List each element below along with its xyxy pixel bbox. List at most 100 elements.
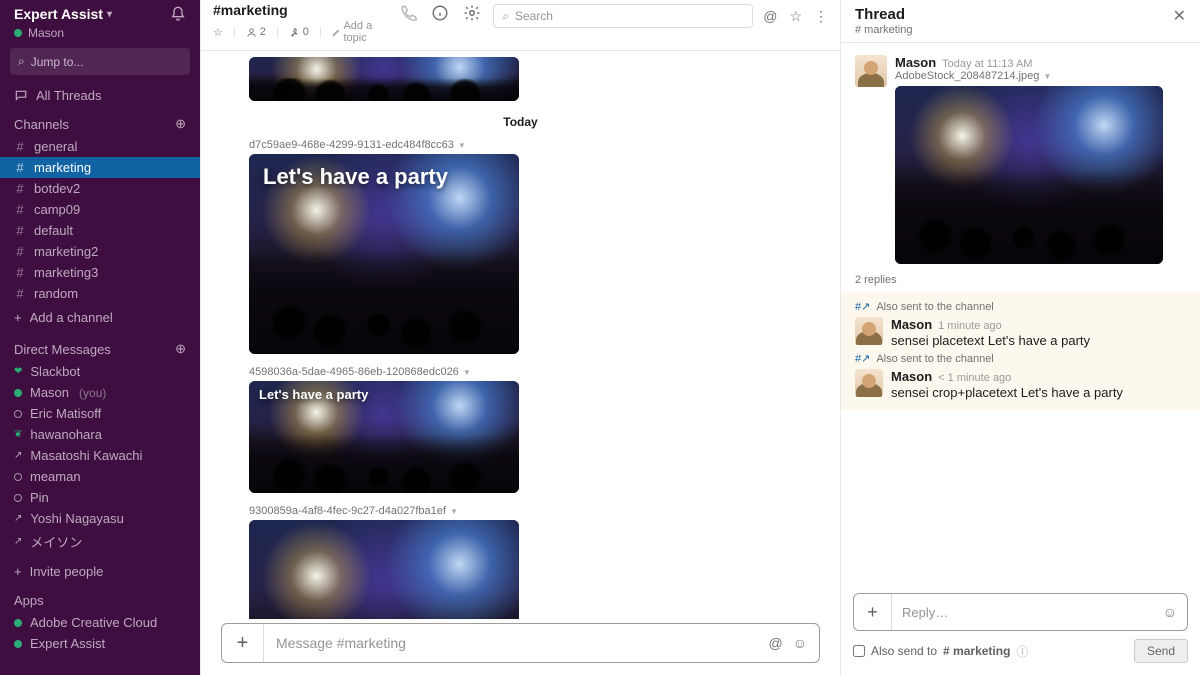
reply-input[interactable]: Reply… [892, 605, 1163, 620]
sidebar-item-channel[interactable]: #marketing2 [0, 241, 200, 262]
hash-icon: #↗ [855, 300, 870, 313]
image-preview[interactable]: Let's have a party [249, 154, 519, 354]
dm-name-label: hawanohara [30, 427, 102, 442]
messages-pane[interactable]: Today d7c59ae9-468e-4299-9131-edc484f8cc… [201, 51, 840, 619]
help-icon[interactable]: ⓘ [1016, 643, 1028, 660]
message-author[interactable]: Mason [891, 369, 932, 384]
image-preview[interactable] [249, 57, 519, 101]
more-icon[interactable]: ⋮ [814, 8, 828, 25]
sidebar-item-dm[interactable]: ↗Yoshi Nagayasu [0, 508, 200, 529]
chevron-down-icon[interactable]: ▼ [450, 507, 458, 516]
sidebar-item-dm[interactable]: ❦hawanohara [0, 424, 200, 445]
star-icon[interactable]: ☆ [789, 8, 802, 25]
phone-icon[interactable] [399, 4, 417, 22]
also-send-checkbox[interactable] [853, 645, 865, 657]
sidebar-item-dm[interactable]: ↗メイソン [0, 529, 200, 554]
jump-icon: ⌕ [18, 54, 25, 69]
emoji-button[interactable]: ☺ [1163, 604, 1187, 620]
sidebar-item-dm[interactable]: ↗Masatoshi Kawachi [0, 445, 200, 466]
message-text: sensei crop+placetext Let's have a party [891, 385, 1186, 400]
add-channel-plus-icon[interactable]: ⊕ [175, 116, 186, 132]
jump-to-input[interactable]: ⌕ Jump to... [10, 48, 190, 75]
thread-subtitle[interactable]: # marketing [855, 24, 912, 36]
member-count[interactable]: 2 [246, 26, 266, 38]
pin-icon [289, 27, 300, 38]
file-label[interactable]: d7c59ae9-468e-4299-9131-edc484f8cc63 ▼ [249, 139, 820, 151]
add-channel-label: Add a channel [30, 310, 113, 325]
channels-section-header[interactable]: Channels ⊕ [0, 106, 200, 136]
sidebar-item-dm[interactable]: Mason (you) [0, 382, 200, 403]
dm-name-label: Mason [30, 385, 69, 400]
image-preview[interactable]: Let's have a party [249, 381, 519, 493]
sidebar-item-channel[interactable]: #default [0, 220, 200, 241]
channel-name-label: default [34, 223, 73, 238]
message-author[interactable]: Mason [891, 317, 932, 332]
sidebar-item-app[interactable]: Adobe Creative Cloud [0, 612, 200, 633]
sidebar-item-channel[interactable]: #general [0, 136, 200, 157]
sidebar-item-channel[interactable]: #marketing3 [0, 262, 200, 283]
attach-button[interactable]: + [222, 624, 264, 662]
sidebar-item-dm[interactable]: meaman [0, 466, 200, 487]
channel-name-label: random [34, 286, 78, 301]
send-button[interactable]: Send [1134, 639, 1188, 663]
sidebar-item-app[interactable]: Expert Assist [0, 633, 200, 654]
dm-label: Direct Messages [14, 342, 111, 357]
sidebar-item-channel[interactable]: # random [0, 283, 200, 304]
invite-people-row[interactable]: + Invite people [0, 554, 200, 583]
sidebar-item-dm[interactable]: ❤Slackbot [0, 361, 200, 382]
message-time: Today at 11:13 AM [942, 58, 1032, 70]
also-send-channel[interactable]: # marketing [943, 644, 1010, 658]
also-send-label: Also send to [871, 644, 937, 658]
chevron-down-icon[interactable]: ▼ [458, 141, 466, 150]
close-icon[interactable]: ✕ [1173, 6, 1186, 26]
current-user[interactable]: Mason [0, 26, 200, 48]
all-threads[interactable]: All Threads [0, 85, 200, 106]
attach-button[interactable]: + [854, 594, 892, 630]
jump-to-label: Jump to... [31, 55, 84, 69]
sidebar-item-channel[interactable]: #botdev2 [0, 178, 200, 199]
sidebar-item-dm[interactable]: Pin [0, 487, 200, 508]
channel-title[interactable]: #marketing [213, 2, 387, 18]
pin-count[interactable]: 0 [289, 26, 309, 38]
thread-reply: Mason1 minute agosensei placetext Let's … [855, 315, 1186, 348]
message-input[interactable]: Message #marketing [264, 635, 768, 651]
avatar[interactable] [855, 55, 887, 87]
add-topic-button[interactable]: Add a topic [332, 20, 388, 44]
dm-section-header[interactable]: Direct Messages ⊕ [0, 331, 200, 361]
chevron-down-icon[interactable]: ▼ [1043, 72, 1051, 81]
mentions-button[interactable]: @ [768, 635, 782, 651]
mentions-icon[interactable]: @ [763, 8, 777, 24]
image-preview[interactable] [895, 86, 1163, 264]
emoji-button[interactable]: ☺ [793, 635, 807, 651]
dm-name-label: Eric Matisoff [30, 406, 101, 421]
bell-icon[interactable] [170, 6, 186, 22]
hash-icon: # [14, 286, 26, 301]
file-label[interactable]: 4598036a-5dae-4965-86eb-120868edc026 ▼ [249, 366, 820, 378]
message-time: 1 minute ago [938, 320, 1002, 332]
thread-reply: Mason< 1 minute agosensei crop+placetext… [855, 367, 1186, 400]
sidebar-item-channel[interactable]: #camp09 [0, 199, 200, 220]
app-name-label: Expert Assist [30, 636, 105, 651]
avatar[interactable] [855, 317, 883, 345]
presence-online-icon [14, 619, 22, 627]
workspace-switcher[interactable]: Expert Assist ▾ [0, 0, 200, 26]
add-dm-plus-icon[interactable]: ⊕ [175, 341, 186, 357]
thread-parent-message: Mason Today at 11:13 AM AdobeStock_20848… [841, 51, 1200, 268]
image-preview[interactable]: Let's have a party [249, 520, 519, 619]
dm-name-label: Pin [30, 490, 49, 505]
avatar[interactable] [855, 369, 883, 397]
apps-section-header[interactable]: Apps [0, 583, 200, 612]
file-label[interactable]: 9300859a-4af8-4fec-9c27-d4a027fba1ef ▼ [249, 505, 820, 517]
file-label[interactable]: AdobeStock_208487214.jpeg ▼ [895, 70, 1186, 82]
chevron-down-icon[interactable]: ▼ [463, 368, 471, 377]
sidebar: Expert Assist ▾ Mason ⌕ Jump to... All T… [0, 0, 200, 675]
add-channel-row[interactable]: + Add a channel [0, 304, 200, 331]
message-author[interactable]: Mason [895, 55, 936, 70]
star-channel-button[interactable]: ☆ [213, 26, 223, 39]
dm-name-label: Masatoshi Kawachi [30, 448, 142, 463]
sidebar-item-dm[interactable]: Eric Matisoff [0, 403, 200, 424]
search-input[interactable]: ⌕ Search [493, 4, 753, 28]
info-icon[interactable] [431, 4, 449, 22]
gear-icon[interactable] [463, 4, 481, 22]
sidebar-item-channel[interactable]: #marketing [0, 157, 200, 178]
